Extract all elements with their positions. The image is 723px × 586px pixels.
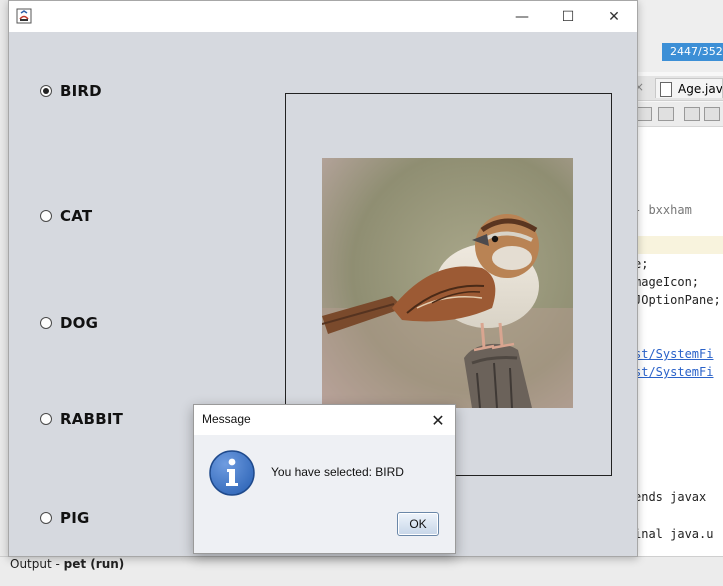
radio-button[interactable] bbox=[40, 413, 52, 425]
toolbar-back-icon[interactable] bbox=[636, 107, 652, 121]
radio-button-selected[interactable] bbox=[40, 85, 52, 97]
window-titlebar[interactable]: — ☐ ✕ bbox=[9, 1, 637, 32]
java-file-icon bbox=[660, 82, 672, 97]
radio-label-rabbit: RABBIT bbox=[60, 410, 124, 428]
ide-top-area bbox=[630, 0, 723, 72]
radio-rabbit[interactable]: RABBIT bbox=[40, 410, 123, 428]
bird-photo bbox=[322, 158, 573, 408]
output-tab[interactable]: Output - pet (run) bbox=[10, 557, 124, 571]
radio-dog[interactable]: DOG bbox=[40, 314, 98, 332]
message-dialog: Message ✕ You have selected: BIRD OK bbox=[193, 404, 456, 554]
code-line: JOptionPane; bbox=[634, 293, 721, 307]
dialog-titlebar[interactable]: Message ✕ bbox=[194, 405, 455, 435]
radio-label-dog: DOG bbox=[60, 314, 99, 332]
ok-button[interactable]: OK bbox=[397, 512, 439, 536]
toolbar-forward-icon[interactable] bbox=[658, 107, 674, 121]
current-line-highlight bbox=[630, 236, 723, 254]
search-icon[interactable] bbox=[684, 107, 700, 121]
code-line: inal java.u bbox=[634, 527, 714, 541]
dialog-close-icon[interactable]: ✕ bbox=[425, 407, 451, 433]
maximize-icon[interactable]: ☐ bbox=[545, 1, 591, 32]
minimize-icon[interactable]: — bbox=[499, 1, 545, 32]
radio-cat[interactable]: CAT bbox=[40, 207, 92, 225]
radio-button[interactable] bbox=[40, 317, 52, 329]
ide-toolbar bbox=[630, 102, 723, 127]
radio-label-cat: CAT bbox=[60, 207, 93, 225]
editor-tab-label: Age.java bbox=[678, 82, 723, 96]
dialog-title: Message bbox=[202, 412, 251, 426]
radio-bird[interactable]: BIRD bbox=[40, 82, 102, 100]
radio-label-pig: PIG bbox=[60, 509, 90, 527]
code-line: ends javax bbox=[634, 490, 707, 504]
close-icon[interactable]: ✕ bbox=[591, 1, 637, 32]
radio-button[interactable] bbox=[40, 512, 52, 524]
code-line: - bxxham bbox=[634, 203, 692, 217]
editor-tab[interactable]: Age.java bbox=[655, 78, 723, 98]
code-link[interactable]: st/SystemFi bbox=[634, 347, 713, 361]
radio-button[interactable] bbox=[40, 210, 52, 222]
dialog-message: You have selected: BIRD bbox=[271, 465, 404, 479]
toolbar-toggle-icon[interactable] bbox=[704, 107, 720, 121]
radio-label-bird: BIRD bbox=[60, 82, 102, 100]
radio-pig[interactable]: PIG bbox=[40, 509, 90, 527]
code-link[interactable]: st/SystemFi bbox=[634, 365, 713, 379]
java-app-icon bbox=[16, 8, 32, 24]
code-line: mageIcon; bbox=[634, 275, 700, 289]
information-icon bbox=[209, 450, 255, 496]
ide-status-chip: 2447/352 bbox=[662, 43, 723, 61]
